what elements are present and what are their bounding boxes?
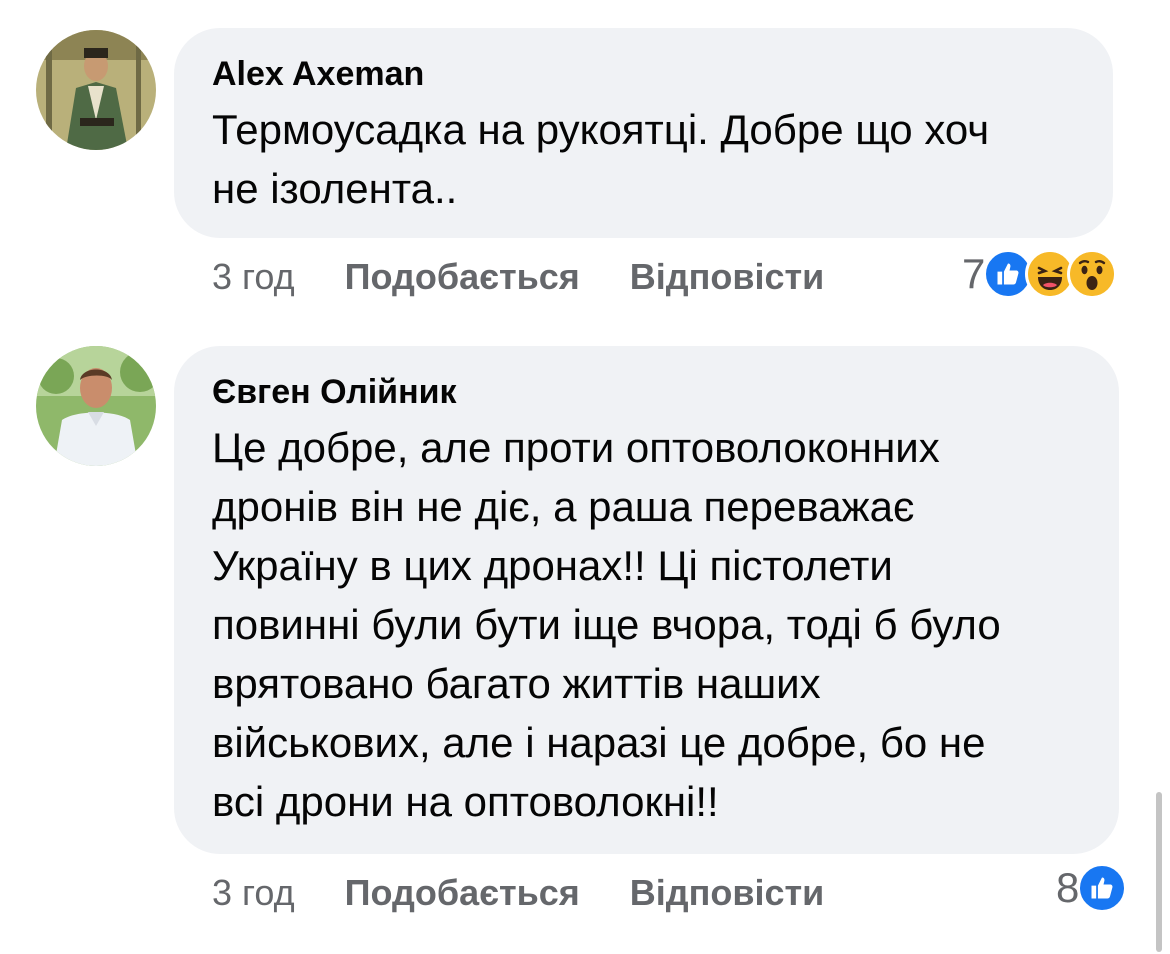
reaction-count: 7 [962, 250, 986, 297]
like-button[interactable]: Подобається [345, 872, 580, 914]
avatar-image [36, 346, 156, 466]
comment-author[interactable]: Alex Axeman [212, 52, 1075, 96]
scrollbar[interactable] [1156, 792, 1162, 952]
wow-icon [1067, 249, 1118, 299]
comment-text-line: всі дрони на оптоволокні!! [212, 778, 719, 825]
comment-text-line: Це добре, але проти оптоволоконних [212, 424, 940, 471]
reply-button[interactable]: Відповісти [630, 872, 825, 914]
comment-text-line: Термоусадка на рукоятці. Добре що хоч [212, 106, 990, 153]
comment-bubble: Євген Олійник Це добре, але проти оптово… [174, 346, 1119, 854]
reply-button[interactable]: Відповісти [630, 256, 825, 298]
comment-text-line: військових, але і наразі це добре, бо не [212, 719, 986, 766]
comment-actions: 3 год Подобається Відповісти [212, 868, 824, 918]
reaction-summary[interactable]: 7 [962, 246, 1118, 302]
reaction-count: 8 [1056, 864, 1080, 911]
comment-text-line: врятовано багато життів наших [212, 660, 821, 707]
comment-timestamp[interactable]: 3 год [212, 256, 295, 298]
comment-bubble: Alex Axeman Термоусадка на рукоятці. Доб… [174, 28, 1113, 238]
reaction-summary[interactable]: 8 [1056, 860, 1128, 916]
comment-timestamp[interactable]: 3 год [212, 872, 295, 914]
comment-actions: 3 год Подобається Відповісти [212, 252, 824, 302]
comment-text-line: повинні були бути іще вчора, тоді б було [212, 601, 1001, 648]
comment-text-line: Україну в цих дронах!! Ці пістолети [212, 542, 893, 589]
avatar[interactable] [36, 30, 156, 150]
comment-author[interactable]: Євген Олійник [212, 370, 1081, 414]
avatar-image [36, 30, 156, 150]
comment-text-line: не ізолента.. [212, 165, 458, 212]
comment-text-line: дронів він не діє, а раша переважає [212, 483, 915, 530]
comment-text: Термоусадка на рукоятці. Добре що хоч не… [212, 100, 1075, 218]
like-button[interactable]: Подобається [345, 256, 580, 298]
comment-text: Це добре, але проти оптоволоконних дроні… [212, 418, 1081, 831]
like-icon [1077, 863, 1128, 913]
avatar[interactable] [36, 346, 156, 466]
